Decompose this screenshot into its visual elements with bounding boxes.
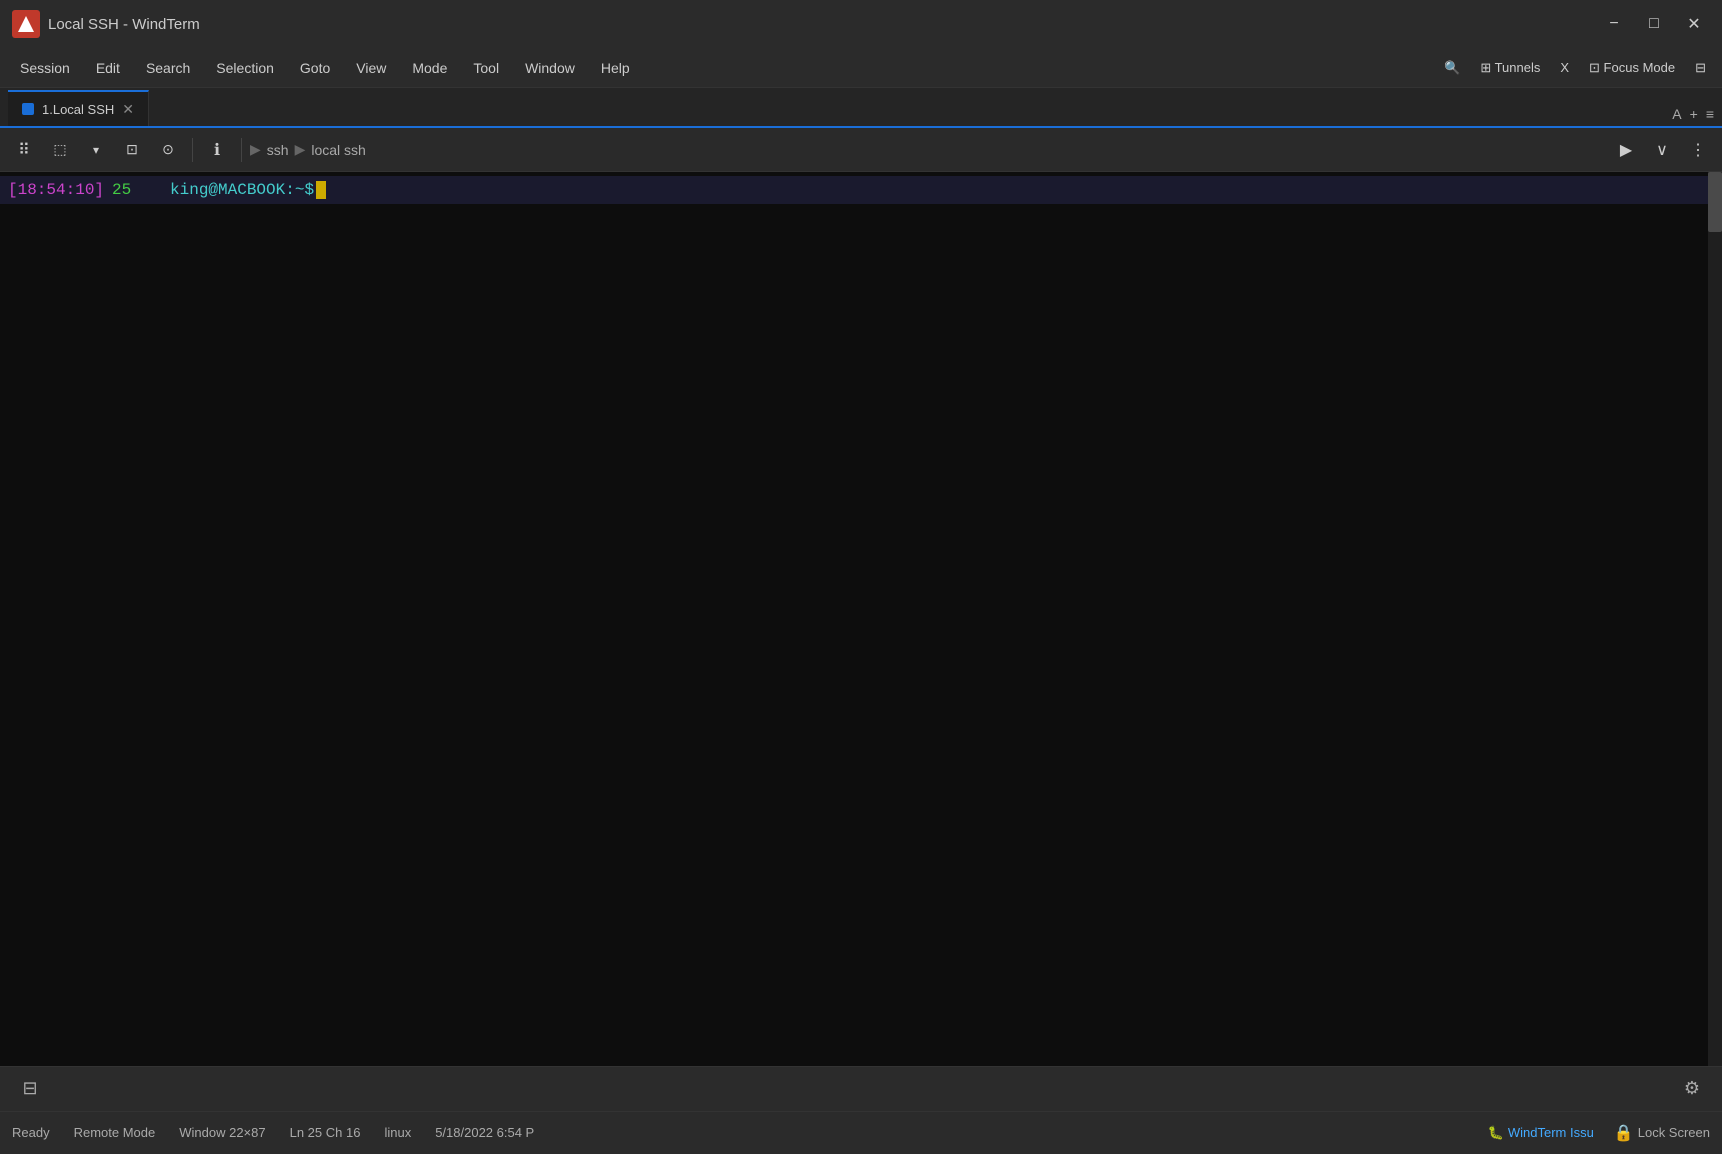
tab-indicator: [22, 103, 34, 115]
menu-view[interactable]: View: [344, 56, 398, 80]
close-button[interactable]: ✕: [1678, 8, 1710, 40]
minimize-button[interactable]: −: [1598, 8, 1630, 40]
toolbar-separator-2: [241, 138, 242, 162]
focus-mode-btn[interactable]: ⊡ Focus Mode: [1581, 56, 1683, 80]
settings-icon-button[interactable]: ⚙: [1674, 1071, 1710, 1107]
menu-mode[interactable]: Mode: [400, 56, 459, 80]
toolbar-separator-1: [192, 138, 193, 162]
search-icon-btn[interactable]: 🔍: [1436, 56, 1468, 80]
terminal-timestamp: [18:54:10]: [8, 181, 104, 199]
terminal-icon-button[interactable]: ⊟: [12, 1071, 48, 1107]
tab-bar: 1.Local SSH ✕ A + ≡: [0, 88, 1722, 128]
maximize-button[interactable]: □: [1638, 8, 1670, 40]
app-logo: [12, 10, 40, 38]
toolbar-breadcrumb: ▶ ssh ▶ local ssh: [250, 141, 366, 158]
status-datetime: 5/18/2022 6:54 P: [435, 1125, 534, 1140]
status-bottom-right: 🐛 WindTerm Issu 🔒 Lock Screen: [1488, 1123, 1710, 1143]
drag-handle-button[interactable]: ⠿: [8, 134, 40, 166]
new-window-button[interactable]: ⊡: [116, 134, 148, 166]
status-ready: Ready: [12, 1125, 50, 1140]
tab-label: 1.Local SSH: [42, 102, 114, 117]
terminal-prompt: king@MACBOOK:~$: [170, 181, 314, 199]
info-button[interactable]: ℹ: [201, 134, 233, 166]
breadcrumb-arrow-1: ▶: [250, 141, 261, 158]
expand-button[interactable]: ∨: [1646, 134, 1678, 166]
windterm-issue-label: WindTerm Issu: [1508, 1125, 1594, 1140]
menu-selection[interactable]: Selection: [204, 56, 286, 80]
menu-window[interactable]: Window: [513, 56, 587, 80]
toolbar: ⠿ ⬚ ▾ ⊡ ⊙ ℹ ▶ ssh ▶ local ssh ▶ ∨ ⋮: [0, 128, 1722, 172]
scrollbar[interactable]: [1708, 172, 1722, 1066]
status-position: Ln 25 Ch 16: [290, 1125, 361, 1140]
status-bar: ⊟ ⚙ Ready Remote Mode Window 22×87 Ln 25…: [0, 1066, 1722, 1154]
x-btn[interactable]: X: [1552, 56, 1577, 79]
scrollbar-thumb[interactable]: [1708, 172, 1722, 232]
tab-menu-button[interactable]: ≡: [1706, 106, 1714, 122]
lock-screen-button[interactable]: 🔒 Lock Screen: [1614, 1123, 1710, 1143]
menu-help[interactable]: Help: [589, 56, 642, 80]
tab-close-button[interactable]: ✕: [122, 101, 134, 118]
breadcrumb-arrow-2: ▶: [295, 141, 306, 158]
tab-local-ssh[interactable]: 1.Local SSH ✕: [8, 90, 149, 126]
session-dropdown-button[interactable]: ▾: [80, 134, 112, 166]
new-session-button[interactable]: ⬚: [44, 134, 76, 166]
more-button[interactable]: ⋮: [1682, 134, 1714, 166]
app-title: Local SSH - WindTerm: [48, 16, 1590, 33]
menu-bar: Session Edit Search Selection Goto View …: [0, 48, 1722, 88]
clone-session-button[interactable]: ⊙: [152, 134, 184, 166]
windterm-issue-link[interactable]: 🐛 WindTerm Issu: [1488, 1125, 1594, 1141]
lock-screen-label: Lock Screen: [1638, 1125, 1710, 1140]
status-os: linux: [384, 1125, 411, 1140]
status-bottom-row: Ready Remote Mode Window 22×87 Ln 25 Ch …: [0, 1111, 1722, 1154]
terminal-line-1: [18:54:10] 25 king@MACBOOK:~$: [0, 176, 1722, 204]
add-tab-button[interactable]: +: [1690, 106, 1698, 122]
menu-session[interactable]: Session: [8, 56, 82, 80]
menu-goto[interactable]: Goto: [288, 56, 342, 80]
breadcrumb-ssh: ssh: [267, 142, 289, 158]
status-top-row: ⊟ ⚙: [0, 1067, 1722, 1111]
tunnels-btn[interactable]: ⊞ Tunnels: [1472, 56, 1548, 80]
windterm-bug-icon: 🐛: [1488, 1125, 1504, 1141]
terminal-line-number: 25: [112, 181, 162, 199]
breadcrumb-local-ssh: local ssh: [311, 142, 365, 158]
terminal-content: [18:54:10] 25 king@MACBOOK:~$: [0, 172, 1722, 208]
terminal-cursor: [316, 181, 326, 199]
status-remote-mode: Remote Mode: [74, 1125, 156, 1140]
terminal-area[interactable]: [18:54:10] 25 king@MACBOOK:~$: [0, 172, 1722, 1066]
menu-search[interactable]: Search: [134, 56, 202, 80]
layout-btn[interactable]: ⊟: [1687, 56, 1714, 80]
title-bar: Local SSH - WindTerm − □ ✕: [0, 0, 1722, 48]
menu-tool[interactable]: Tool: [461, 56, 511, 80]
lock-icon: 🔒: [1614, 1123, 1634, 1143]
menu-edit[interactable]: Edit: [84, 56, 132, 80]
run-button[interactable]: ▶: [1610, 134, 1642, 166]
font-size-label: A: [1672, 106, 1681, 122]
status-window-size: Window 22×87: [179, 1125, 265, 1140]
